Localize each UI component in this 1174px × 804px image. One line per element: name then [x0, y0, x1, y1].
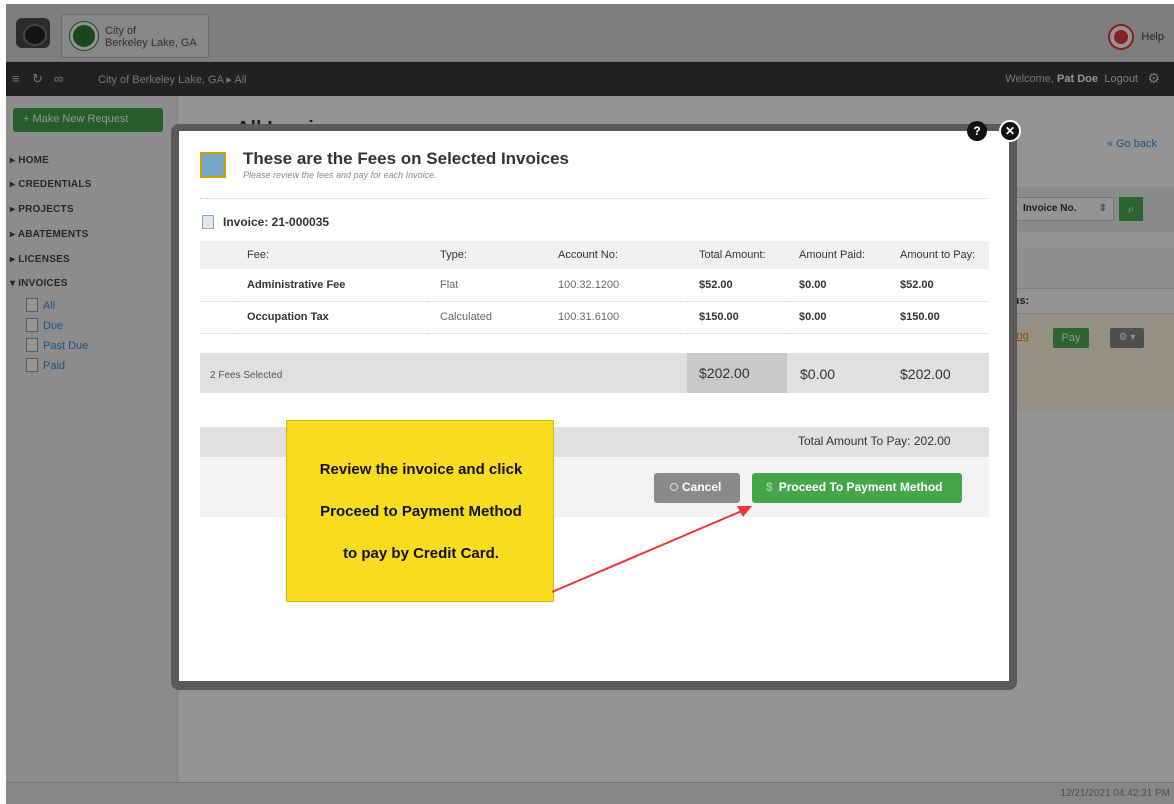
modal-title: These are the Fees on Selected Invoices: [243, 149, 569, 168]
column-header-account: Account No:: [546, 241, 687, 269]
row-spacer: [200, 301, 235, 334]
fees-table-header: Fee: Type: Account No: Total Amount: Amo…: [200, 241, 989, 269]
fee-type: Calculated: [428, 301, 546, 334]
table-row: Occupation Tax Calculated 100.31.6100 $1…: [200, 301, 989, 334]
column-header-fee: Fee:: [235, 241, 428, 269]
cancel-icon: [670, 483, 678, 491]
column-header-to-pay: Amount to Pay:: [888, 241, 989, 269]
summary-row: [200, 353, 989, 393]
invoices-building-icon: [200, 152, 226, 178]
table-row: Administrative Fee Flat 100.32.1200 $52.…: [200, 269, 989, 302]
fee-total: $52.00: [687, 269, 787, 302]
callout-line-3: to pay by Credit Card.: [343, 545, 499, 562]
modal-help-icon[interactable]: ?: [967, 121, 987, 141]
fee-account: 100.31.6100: [546, 301, 687, 334]
fee-type: Flat: [428, 269, 546, 302]
fee-paid: $0.00: [787, 269, 888, 302]
callout-line-1: Review the invoice and click: [319, 461, 523, 478]
fee-name: Administrative Fee: [235, 269, 428, 302]
divider: [200, 198, 988, 199]
fee-to-pay: $150.00: [888, 301, 989, 334]
callout-line-2: Proceed to Payment Method: [320, 503, 522, 520]
total-to-pay-text: Total Amount To Pay: 202.00: [798, 434, 951, 448]
invoice-document-icon: [202, 215, 214, 229]
modal-close-icon[interactable]: ✕: [999, 120, 1021, 142]
summary-total: $202.00: [687, 353, 787, 393]
cancel-label: Cancel: [682, 480, 722, 494]
fee-total: $150.00: [687, 301, 787, 334]
dollar-icon: $: [766, 480, 773, 494]
fee-paid: $0.00: [787, 301, 888, 334]
invoice-number: Invoice: 21-000035: [223, 215, 330, 229]
row-spacer: [200, 269, 235, 302]
fees-table: Fee: Type: Account No: Total Amount: Amo…: [200, 241, 989, 334]
column-header-spacer: [200, 241, 235, 269]
fee-to-pay: $52.00: [888, 269, 989, 302]
fees-selected-count: 2 Fees Selected: [210, 370, 283, 381]
column-header-type: Type:: [428, 241, 546, 269]
summary-paid: $0.00: [800, 366, 836, 382]
summary-to-pay: $202.00: [900, 366, 951, 382]
instruction-callout: Review the invoice and click Proceed to …: [286, 420, 554, 602]
fee-account: 100.32.1200: [546, 269, 687, 302]
column-header-total: Total Amount:: [687, 241, 787, 269]
cancel-button[interactable]: Cancel: [654, 473, 740, 503]
fee-name: Occupation Tax: [235, 301, 428, 334]
proceed-label: Proceed To Payment Method: [778, 480, 943, 494]
proceed-to-payment-button[interactable]: $ Proceed To Payment Method: [752, 473, 962, 503]
modal-subtitle: Please review the fees and pay for each …: [243, 170, 437, 180]
column-header-paid: Amount Paid:: [787, 241, 888, 269]
